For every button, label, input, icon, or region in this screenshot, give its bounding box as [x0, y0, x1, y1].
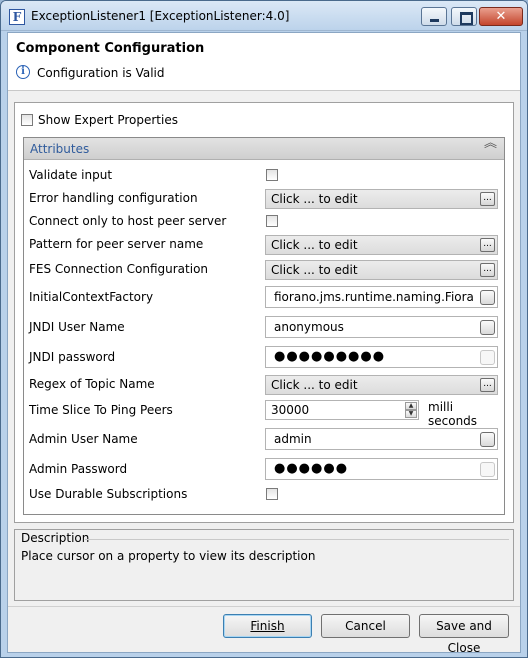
field-edit-button[interactable]	[480, 462, 495, 477]
show-expert-checkbox[interactable]	[21, 114, 33, 126]
password-mask: ●●●●●●●●●	[274, 349, 386, 364]
maximize-button[interactable]	[451, 7, 477, 26]
properties-panel: Show Expert Properties Attributes ︽ Vali…	[14, 102, 514, 523]
app-icon: F	[9, 9, 25, 25]
error-handling-field[interactable]: Click ... to edit ...	[265, 189, 498, 209]
field-edit-button[interactable]	[480, 432, 495, 447]
validation-message: Configuration is Valid	[37, 66, 165, 80]
field-value: admin	[274, 432, 312, 446]
admin-password-input[interactable]: ●●●●●●	[265, 458, 498, 480]
collapse-icon[interactable]: ︽	[484, 137, 497, 150]
durable-subscriptions-checkbox[interactable]	[266, 488, 278, 500]
property-label: Error handling configuration	[29, 191, 198, 205]
ellipsis-button[interactable]: ...	[480, 192, 495, 206]
initial-context-factory-input[interactable]: fiorano.jms.runtime.naming.FioranoIn	[265, 286, 498, 308]
property-label: Pattern for peer server name	[29, 237, 204, 251]
page-title: Component Configuration	[16, 41, 205, 56]
field-value: Click ... to edit	[271, 192, 358, 206]
field-value: anonymous	[274, 320, 344, 334]
divider	[8, 606, 520, 607]
peer-pattern-field[interactable]: Click ... to edit ...	[265, 235, 498, 255]
property-label: Regex of Topic Name	[29, 377, 155, 391]
finish-label: Finish	[250, 619, 285, 633]
field-value: fiorano.jms.runtime.naming.FioranoIn	[274, 290, 474, 304]
minimize-button[interactable]	[421, 7, 447, 26]
property-label: Admin Password	[29, 462, 128, 476]
description-text: Place cursor on a property to view its d…	[21, 549, 316, 563]
info-icon: i	[16, 65, 30, 79]
divider	[85, 539, 509, 540]
window-title: ExceptionListener1 [ExceptionListener:4.…	[31, 9, 290, 23]
property-label: Validate input	[29, 168, 113, 182]
connect-host-peer-checkbox[interactable]	[266, 215, 278, 227]
field-value: Click ... to edit	[271, 378, 358, 392]
attributes-title: Attributes	[30, 142, 90, 156]
field-value: 30000	[271, 403, 310, 417]
title-bar[interactable]: F ExceptionListener1 [ExceptionListener:…	[1, 1, 527, 31]
ellipsis-button[interactable]: ...	[480, 238, 495, 252]
finish-button[interactable]: Finish	[223, 614, 312, 638]
close-icon: ✕	[495, 9, 507, 24]
admin-username-input[interactable]: admin	[265, 428, 498, 450]
property-label: Use Durable Subscriptions	[29, 487, 188, 501]
field-edit-button[interactable]	[480, 350, 495, 365]
ellipsis-button[interactable]: ...	[480, 378, 495, 392]
property-label: JNDI password	[29, 350, 116, 364]
close-button[interactable]: ✕	[479, 7, 523, 26]
show-expert-label: Show Expert Properties	[38, 113, 178, 127]
attributes-section: Attributes ︽ Validate input Error handli…	[23, 137, 505, 515]
password-mask: ●●●●●●	[274, 461, 349, 476]
property-label: InitialContextFactory	[29, 290, 154, 304]
header-area: Component Configuration i Configuration …	[8, 33, 520, 91]
cancel-button[interactable]: Cancel	[321, 614, 410, 638]
ping-time-slice-spinner[interactable]: 30000 ▲ ▼	[265, 400, 419, 420]
field-value: Click ... to edit	[271, 238, 358, 252]
property-label: JNDI User Name	[29, 320, 125, 334]
property-label: Time Slice To Ping Peers	[29, 403, 173, 417]
field-edit-button[interactable]	[480, 290, 495, 305]
attributes-header[interactable]: Attributes ︽	[24, 137, 504, 160]
dialog-client-area: Component Configuration i Configuration …	[7, 32, 521, 655]
property-label: FES Connection Configuration	[29, 262, 209, 276]
unit-label: milli seconds	[428, 400, 478, 428]
fes-connection-field[interactable]: Click ... to edit ...	[265, 260, 498, 280]
minimize-icon	[422, 8, 446, 25]
dialog-window: F ExceptionListener1 [ExceptionListener:…	[0, 0, 528, 658]
field-value: Click ... to edit	[271, 263, 358, 277]
maximize-icon	[452, 8, 476, 25]
validate-input-checkbox[interactable]	[266, 169, 278, 181]
jndi-password-input[interactable]: ●●●●●●●●●	[265, 346, 498, 368]
ellipsis-button[interactable]: ...	[480, 263, 495, 277]
topic-regex-field[interactable]: Click ... to edit ...	[265, 375, 498, 395]
spinner-down-icon[interactable]: ▼	[405, 410, 417, 418]
jndi-username-input[interactable]: anonymous	[265, 316, 498, 338]
spinner-up-icon[interactable]: ▲	[405, 402, 417, 410]
property-label: Admin User Name	[29, 432, 138, 446]
description-panel: Description Place cursor on a property t…	[14, 529, 514, 601]
property-label: Connect only to host peer server	[29, 214, 227, 228]
save-and-close-button[interactable]: Save and Close	[419, 614, 509, 655]
field-edit-button[interactable]	[480, 320, 495, 335]
description-title: Description	[21, 531, 90, 545]
